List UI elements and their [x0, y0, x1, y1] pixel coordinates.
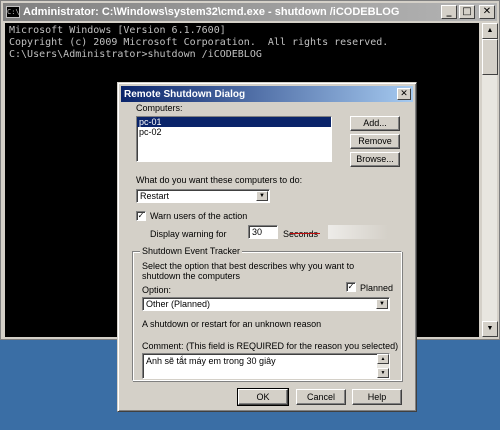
remove-button[interactable]: Remove [350, 134, 400, 149]
console-scrollbar[interactable]: ▲ ▼ [481, 23, 498, 337]
planned-checkbox[interactable]: ✓ [346, 282, 356, 292]
console-line: Microsoft Windows [Version 6.1.7600] [9, 25, 226, 36]
cmd-window-title: Administrator: C:\Windows\system32\cmd.e… [23, 6, 400, 18]
scrollbar-thumb[interactable] [482, 39, 498, 75]
maximize-button[interactable]: □ [459, 5, 475, 19]
cmd-app-icon: C:\ [6, 6, 20, 18]
cmd-titlebar[interactable]: C:\ Administrator: C:\Windows\system32\c… [3, 3, 497, 21]
warn-users-checkbox[interactable]: ✓ [136, 211, 146, 221]
arrow-up-icon[interactable]: ▲ [377, 354, 389, 364]
action-select[interactable]: Restart ▼ [136, 189, 270, 203]
dialog-close-button[interactable]: ✕ [397, 88, 411, 100]
console-line: Copyright (c) 2009 Microsoft Corporation… [9, 37, 389, 48]
warning-seconds-input[interactable]: 30 [248, 225, 278, 239]
arrow-down-icon[interactable]: ▼ [482, 321, 498, 337]
add-button[interactable]: Add... [350, 116, 400, 131]
console-line: C:\Users\Administrator>shutdown /iCODEBL… [9, 49, 262, 60]
red-underline [290, 233, 320, 234]
dialog-titlebar[interactable]: Remote Shutdown Dialog ✕ [121, 86, 413, 102]
computers-label: Computers: [136, 103, 183, 113]
close-button[interactable]: ✕ [479, 5, 495, 19]
action-label: What do you want these computers to do: [136, 175, 303, 185]
comment-scrollbar[interactable]: ▲ ▼ [377, 354, 389, 378]
tracker-description: Select the option that best describes wh… [142, 261, 355, 281]
warn-users-label: Warn users of the action [150, 211, 248, 221]
minimize-button[interactable]: _ [441, 5, 457, 19]
list-item[interactable]: pc-02 [137, 127, 331, 137]
comment-label: Comment: (This field is REQUIRED for the… [142, 341, 399, 351]
arrow-up-icon[interactable]: ▲ [482, 23, 498, 39]
browse-button[interactable]: Browse... [350, 152, 400, 167]
seconds-label: Seconds [283, 229, 319, 239]
display-warning-label: Display warning for [150, 229, 227, 239]
help-button[interactable]: Help [352, 389, 402, 405]
planned-label: Planned [360, 283, 394, 293]
checkmark-icon: ✓ [137, 211, 145, 220]
action-selected-value: Restart [140, 191, 170, 201]
option-select[interactable]: Other (Planned) ▼ [142, 297, 390, 311]
highlight-shade [328, 225, 388, 239]
group-title: Shutdown Event Tracker [140, 246, 243, 256]
option-label: Option: [142, 285, 172, 295]
dialog-title: Remote Shutdown Dialog [124, 88, 246, 100]
checkmark-icon: ✓ [347, 282, 355, 291]
option-description: A shutdown or restart for an unknown rea… [142, 319, 322, 329]
chevron-down-icon[interactable]: ▼ [376, 299, 388, 309]
option-selected-value: Other (Planned) [146, 299, 211, 309]
ok-button[interactable]: OK [237, 388, 289, 406]
arrow-down-icon[interactable]: ▼ [377, 368, 389, 378]
computers-list[interactable]: pc-01 pc-02 [136, 116, 332, 162]
comment-textarea[interactable]: Anh sẽ tắt máy em trong 30 giây ▲ ▼ [142, 353, 390, 379]
chevron-down-icon[interactable]: ▼ [256, 191, 268, 201]
remote-shutdown-dialog: Remote Shutdown Dialog ✕ Computers: pc-0… [117, 82, 417, 412]
list-item[interactable]: pc-01 [137, 117, 331, 127]
cancel-button[interactable]: Cancel [296, 389, 346, 405]
comment-text: Anh sẽ tắt máy em trong 30 giây [146, 356, 276, 366]
